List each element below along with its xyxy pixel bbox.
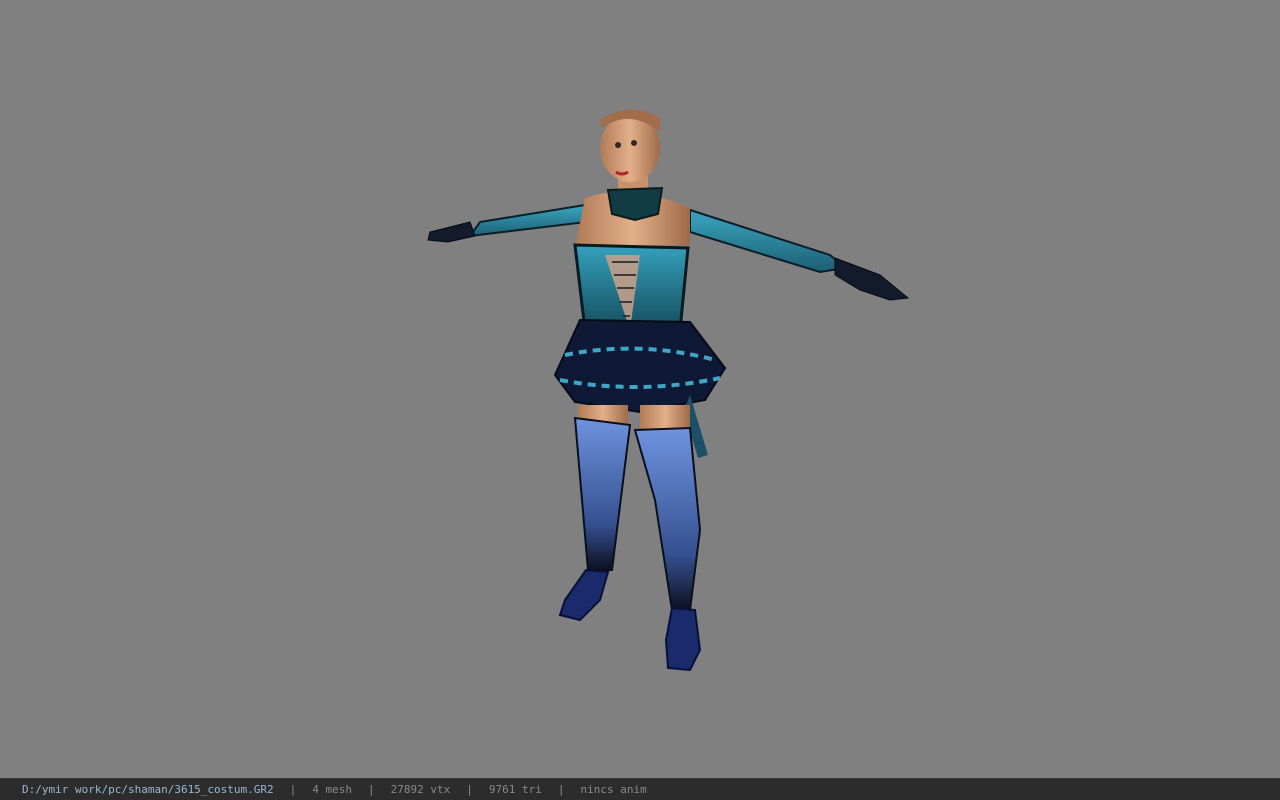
separator: |	[368, 783, 375, 796]
triangle-count: 9761 tri	[488, 783, 542, 796]
right-arm	[689, 208, 910, 301]
status-bar: D:/ymir work/pc/shaman/3615_costum.GR2 |…	[0, 778, 1280, 800]
separator: |	[289, 783, 297, 796]
character-model-icon	[427, 109, 910, 672]
left-shoe	[558, 568, 610, 622]
choker	[606, 186, 664, 222]
separator: |	[466, 783, 473, 796]
left-arm	[427, 203, 588, 243]
right-shoe	[664, 606, 702, 672]
3d-viewport[interactable]	[0, 0, 1280, 778]
left-leg	[573, 416, 632, 571]
animation-status: nincs anim	[580, 783, 647, 796]
vertex-count: 27892 vtx	[390, 783, 451, 796]
separator: |	[557, 783, 565, 796]
mesh-count: 4 mesh	[312, 783, 353, 796]
file-path: D:/ymir work/pc/shaman/3615_costum.GR2	[22, 783, 274, 796]
skirt	[553, 318, 727, 414]
right-leg	[633, 426, 702, 611]
